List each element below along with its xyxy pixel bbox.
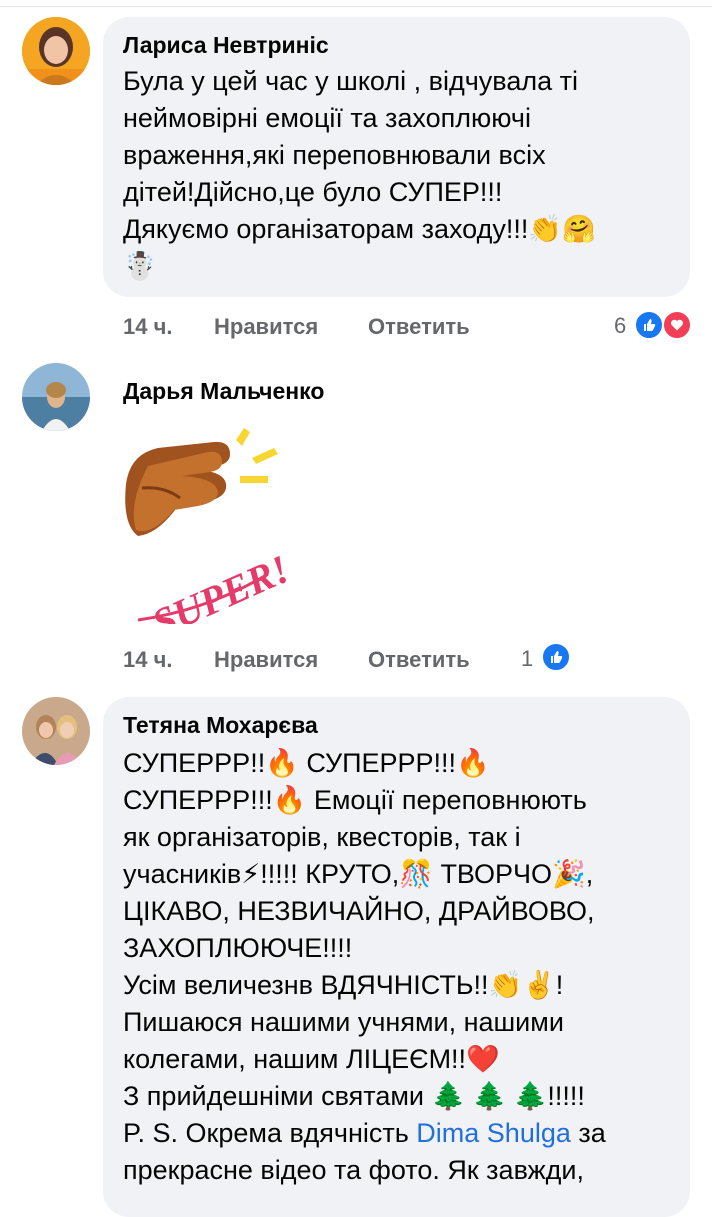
fire-icon: 🔥 (265, 748, 299, 778)
reply-button[interactable]: Ответить (368, 314, 470, 340)
comment-text-line: СУПЕРРР!!!🔥 Емоції переповнюють (123, 782, 587, 819)
fire-icon: 🔥 (272, 785, 307, 815)
tree-icon: 🌲 (431, 1081, 466, 1111)
comment-text-line: дітей!Дійсно,це було СУПЕР!!! (123, 177, 503, 207)
avatar[interactable] (22, 17, 90, 85)
comment-text-line: Пишаюся нашими учнями, нашими (123, 1007, 564, 1037)
comment-text-line: Була у цей час у школі , відчувала ті (123, 66, 578, 96)
comment-author[interactable]: Дарья Мальченко (123, 378, 324, 405)
clap-icon: 👏 (528, 214, 562, 244)
clap-icon: 👏 (488, 970, 523, 1000)
reply-button[interactable]: Ответить (368, 647, 470, 673)
clapping-hands-icon (125, 441, 230, 536)
avatar-photo (22, 363, 90, 431)
comment-text-line: З прийдешніми святами 🌲 🌲 🌲!!!!! (123, 1078, 585, 1115)
comment-time[interactable]: 14 ч. (123, 314, 172, 340)
comment-text-line: СУПЕРРР!!🔥 СУПЕРРР!!!🔥 (123, 745, 490, 782)
sticker-text: SUPER! (146, 546, 286, 624)
fire-icon: 🔥 (456, 748, 490, 778)
tree-icon: 🌲 (513, 1081, 548, 1111)
lightning-icon: ⚡ (241, 859, 261, 889)
confetti-icon: 🎊 (399, 859, 433, 889)
comment-text-line: колегами, нашим ЛІЦЕЄМ!!❤️ (123, 1041, 500, 1078)
like-button[interactable]: Нравится (214, 314, 318, 340)
party-popper-icon: 🎉 (552, 859, 586, 889)
victory-hand-icon: ✌️ (522, 970, 556, 1000)
avatar-photo (22, 17, 90, 85)
avatar-photo (22, 697, 90, 765)
tree-icon: 🌲 (472, 1081, 507, 1111)
avatar[interactable] (22, 697, 90, 765)
comment-time[interactable]: 14 ч. (123, 647, 172, 673)
comment-text-line: прекрасне відео та фото. Як завжди, (123, 1155, 585, 1185)
reaction-count[interactable]: 6 (614, 313, 626, 339)
top-divider (0, 6, 712, 7)
mention-link[interactable]: Dima Shulga (416, 1118, 571, 1148)
hug-face-icon: 🤗 (561, 214, 596, 244)
comment-text-line: ЦІКАВО, НЕЗВИЧАЙНО, ДРАЙВОВО, (123, 896, 595, 926)
reaction-count[interactable]: 1 (521, 646, 533, 672)
comment-text-line: неймовірні емоції та захоплюючі (123, 103, 531, 133)
comment-text-line: Дякуємо організаторам заходу!!!👏🤗 (123, 211, 596, 248)
comment-author[interactable]: Тетяна Мохарєва (123, 712, 318, 739)
snowman-icon: ☃️ (123, 251, 157, 281)
comment-author[interactable]: Лариса Невтриніс (123, 32, 329, 59)
comment-text-line: ☃️ (123, 248, 157, 285)
avatar[interactable] (22, 363, 90, 431)
love-icon[interactable] (662, 310, 692, 340)
like-button[interactable]: Нравится (214, 647, 318, 673)
like-icon[interactable] (634, 310, 664, 340)
comment-text-line: ЗАХОПЛЮЮЧЕ!!!! (123, 933, 353, 963)
comment-text-line: Усім величезнв ВДЯЧНІСТЬ!!👏✌️! (123, 967, 563, 1004)
super-sticker: SUPER! (118, 424, 296, 646)
burst-lines-icon (236, 428, 278, 483)
comment-text-line: P. S. Окрема вдячність Dima Shulga за (123, 1118, 606, 1148)
comment-text-line: враження,які переповнювали всіх (123, 140, 546, 170)
like-icon[interactable] (541, 642, 571, 672)
comment-text-line: як організаторів, квесторів, так і (123, 822, 521, 852)
comment-text-line: учасників⚡!!!!! КРУТО,🎊 ТВОРЧО🎉, (123, 856, 593, 893)
heart-icon: ❤️ (466, 1044, 500, 1074)
